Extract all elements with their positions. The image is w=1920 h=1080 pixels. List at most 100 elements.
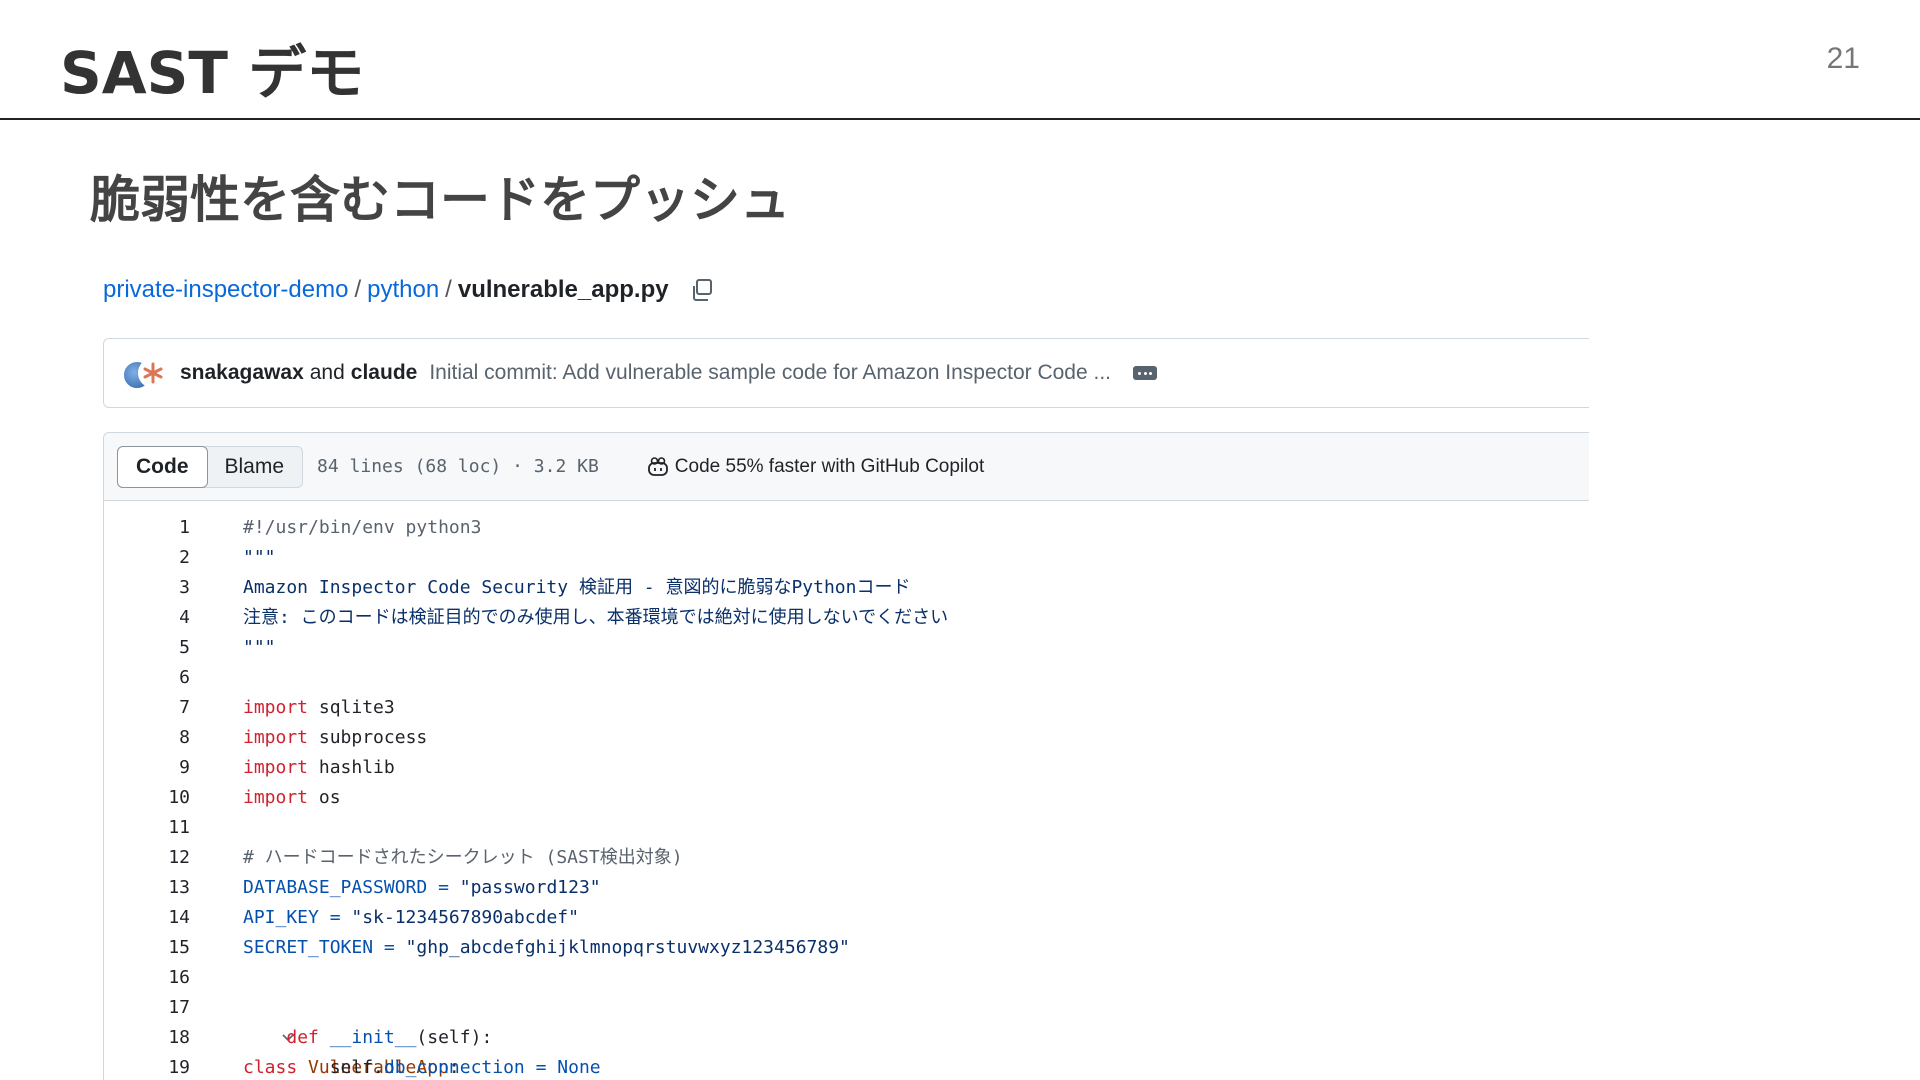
commit-author-link[interactable]: snakagawax bbox=[180, 361, 304, 385]
code-line: 12 # ハードコードされたシークレット (SAST検出対象) bbox=[104, 843, 1589, 873]
code-blame-toggle: Code Blame bbox=[117, 445, 304, 488]
line-number[interactable]: 7 bbox=[104, 693, 190, 723]
line-number[interactable]: 17 bbox=[104, 993, 190, 1023]
code-line: 15 SECRET_TOKEN = "ghp_abcdefghijklmnopqr… bbox=[104, 933, 1589, 963]
file-viewer: Code Blame 84 lines (68 loc) · 3.2 KB Co… bbox=[103, 432, 1589, 1080]
code-text: #!/usr/bin/env python3 bbox=[243, 517, 482, 538]
line-number[interactable]: 10 bbox=[104, 783, 190, 813]
code-line: 13 DATABASE_PASSWORD = "password123" bbox=[104, 873, 1589, 903]
code-rest: sqlite3 bbox=[308, 697, 395, 718]
code-text: """ bbox=[243, 637, 276, 658]
code-text: def __init__(self): bbox=[243, 1023, 492, 1053]
code-text: API_KEY = "sk-1234567890abcdef" bbox=[243, 903, 579, 933]
line-number[interactable]: 4 bbox=[104, 603, 190, 633]
code-text: # ハードコードされたシークレット (SAST検出対象) bbox=[243, 847, 683, 868]
code-keyword: import bbox=[243, 757, 309, 778]
commit-avatars[interactable] bbox=[122, 356, 168, 390]
file-toolbar: Code Blame 84 lines (68 loc) · 3.2 KB Co… bbox=[104, 433, 1589, 501]
code-line: 9 import hashlib bbox=[104, 753, 1589, 783]
code-operator: = bbox=[427, 877, 460, 898]
code-line: 16 bbox=[104, 963, 1589, 993]
code-line: 3 Amazon Inspector Code Security 検証用 - 意図… bbox=[104, 573, 1589, 603]
breadcrumb-repo-link[interactable]: private-inspector-demo bbox=[103, 276, 348, 304]
line-number[interactable]: 19 bbox=[104, 1053, 190, 1080]
copilot-promo-label: Code 55% faster with GitHub Copilot bbox=[674, 455, 985, 477]
avatar[interactable] bbox=[138, 358, 168, 388]
line-number[interactable]: 2 bbox=[104, 543, 190, 573]
line-number[interactable]: 12 bbox=[104, 843, 190, 873]
copilot-promo[interactable]: Code 55% faster with GitHub Copilot bbox=[647, 456, 984, 478]
code-rest: (self): bbox=[416, 1027, 493, 1048]
code-line: 6 bbox=[104, 663, 1589, 693]
code-text: 注意: このコードは検証目的でのみ使用し、本番環境では絶対に使用しないでください bbox=[243, 607, 949, 628]
commit-and-text: and bbox=[309, 361, 345, 384]
code-text: SECRET_TOKEN = "ghp_abcdefghijklmnopqrst… bbox=[243, 933, 850, 963]
code-keyword: import bbox=[243, 697, 309, 718]
copy-path-icon[interactable] bbox=[689, 277, 715, 303]
code-text: self.db_connection = None bbox=[243, 1053, 601, 1080]
code-line: 2 """ bbox=[104, 543, 1589, 573]
slide-header: SAST デモ 21 bbox=[0, 0, 1920, 120]
breadcrumb-folder-link[interactable]: python bbox=[367, 276, 439, 304]
code-variable: SECRET_TOKEN bbox=[243, 937, 374, 958]
line-number[interactable]: 6 bbox=[104, 663, 190, 693]
line-number[interactable]: 8 bbox=[104, 723, 190, 753]
breadcrumb: private-inspector-demo / python / vulner… bbox=[103, 276, 715, 304]
code-keyword: import bbox=[243, 727, 309, 748]
code-line: 14 API_KEY = "sk-1234567890abcdef" bbox=[104, 903, 1589, 933]
tab-code[interactable]: Code bbox=[117, 445, 208, 488]
ellipsis-icon[interactable] bbox=[1133, 366, 1158, 380]
code-line: 5 """ bbox=[104, 633, 1589, 663]
line-number[interactable]: 18 bbox=[104, 1023, 190, 1053]
code-keyword: import bbox=[243, 787, 309, 808]
line-number[interactable]: 5 bbox=[104, 633, 190, 663]
line-number[interactable]: 3 bbox=[104, 573, 190, 603]
code-operator: = bbox=[318, 907, 352, 928]
line-number[interactable]: 9 bbox=[104, 753, 190, 783]
code-text: DATABASE_PASSWORD = "password123" bbox=[243, 873, 601, 903]
tab-blame[interactable]: Blame bbox=[207, 447, 303, 487]
code-line: 10 import os bbox=[104, 783, 1589, 813]
code-line: 8 import subprocess bbox=[104, 723, 1589, 753]
breadcrumb-separator: / bbox=[354, 276, 362, 303]
latest-commit-bar: snakagawax and claude Initial commit: Ad… bbox=[103, 338, 1589, 408]
breadcrumb-separator: / bbox=[445, 276, 452, 303]
line-number[interactable]: 1 bbox=[104, 513, 190, 543]
line-number[interactable]: 13 bbox=[104, 873, 190, 903]
line-number[interactable]: 14 bbox=[104, 903, 190, 933]
code-text: import os bbox=[243, 783, 341, 813]
commit-coauthor-link[interactable]: claude bbox=[351, 361, 418, 385]
code-text: import sqlite3 bbox=[243, 693, 395, 723]
file-stats: 84 lines (68 loc) · 3.2 KB bbox=[317, 456, 599, 477]
code-line: 4 注意: このコードは検証目的でのみ使用し、本番環境では絶対に使用しないでくださ… bbox=[104, 603, 1589, 633]
code-variable: DATABASE_PASSWORD bbox=[243, 877, 428, 898]
code-line: 1 #!/usr/bin/env python3 bbox=[104, 513, 1589, 543]
code-rest: subprocess bbox=[308, 727, 428, 748]
line-number[interactable]: 15 bbox=[104, 933, 190, 963]
line-number[interactable]: 16 bbox=[104, 963, 190, 993]
code-text: Amazon Inspector Code Security 検証用 - 意図的… bbox=[243, 577, 911, 598]
code-keyword: def bbox=[286, 1027, 319, 1048]
code-line: 18 def __init__(self): bbox=[104, 1023, 1589, 1053]
slide-subtitle: 脆弱性を含むコードをプッシュ bbox=[90, 171, 790, 229]
breadcrumb-file-name: vulnerable_app.py bbox=[457, 276, 669, 303]
slide-title: SAST デモ bbox=[60, 39, 365, 107]
commit-message-link[interactable]: Initial commit: Add vulnerable sample co… bbox=[429, 361, 1111, 385]
code-operator: = bbox=[524, 1057, 558, 1078]
code-rest: hashlib bbox=[308, 757, 395, 778]
code-string: "password123" bbox=[459, 877, 601, 898]
code-string: "sk-1234567890abcdef" bbox=[351, 907, 579, 928]
code-line: 7 import sqlite3 bbox=[104, 693, 1589, 723]
code-none: None bbox=[557, 1057, 601, 1078]
code-line: 19 self.db_connection = None bbox=[104, 1053, 1589, 1080]
code-text: import subprocess bbox=[243, 723, 427, 753]
line-number[interactable]: 11 bbox=[104, 813, 190, 843]
code-text: import hashlib bbox=[243, 753, 395, 783]
code-text: """ bbox=[243, 547, 276, 568]
code-line: 11 bbox=[104, 813, 1589, 843]
code-rest: os bbox=[308, 787, 341, 808]
code-line: 17 class VulnerableApp: bbox=[104, 993, 1589, 1078]
code-string: "ghp_abcdefghijklmnopqrstuvwxyz123456789… bbox=[405, 937, 850, 958]
page-number: 21 bbox=[1826, 42, 1860, 75]
